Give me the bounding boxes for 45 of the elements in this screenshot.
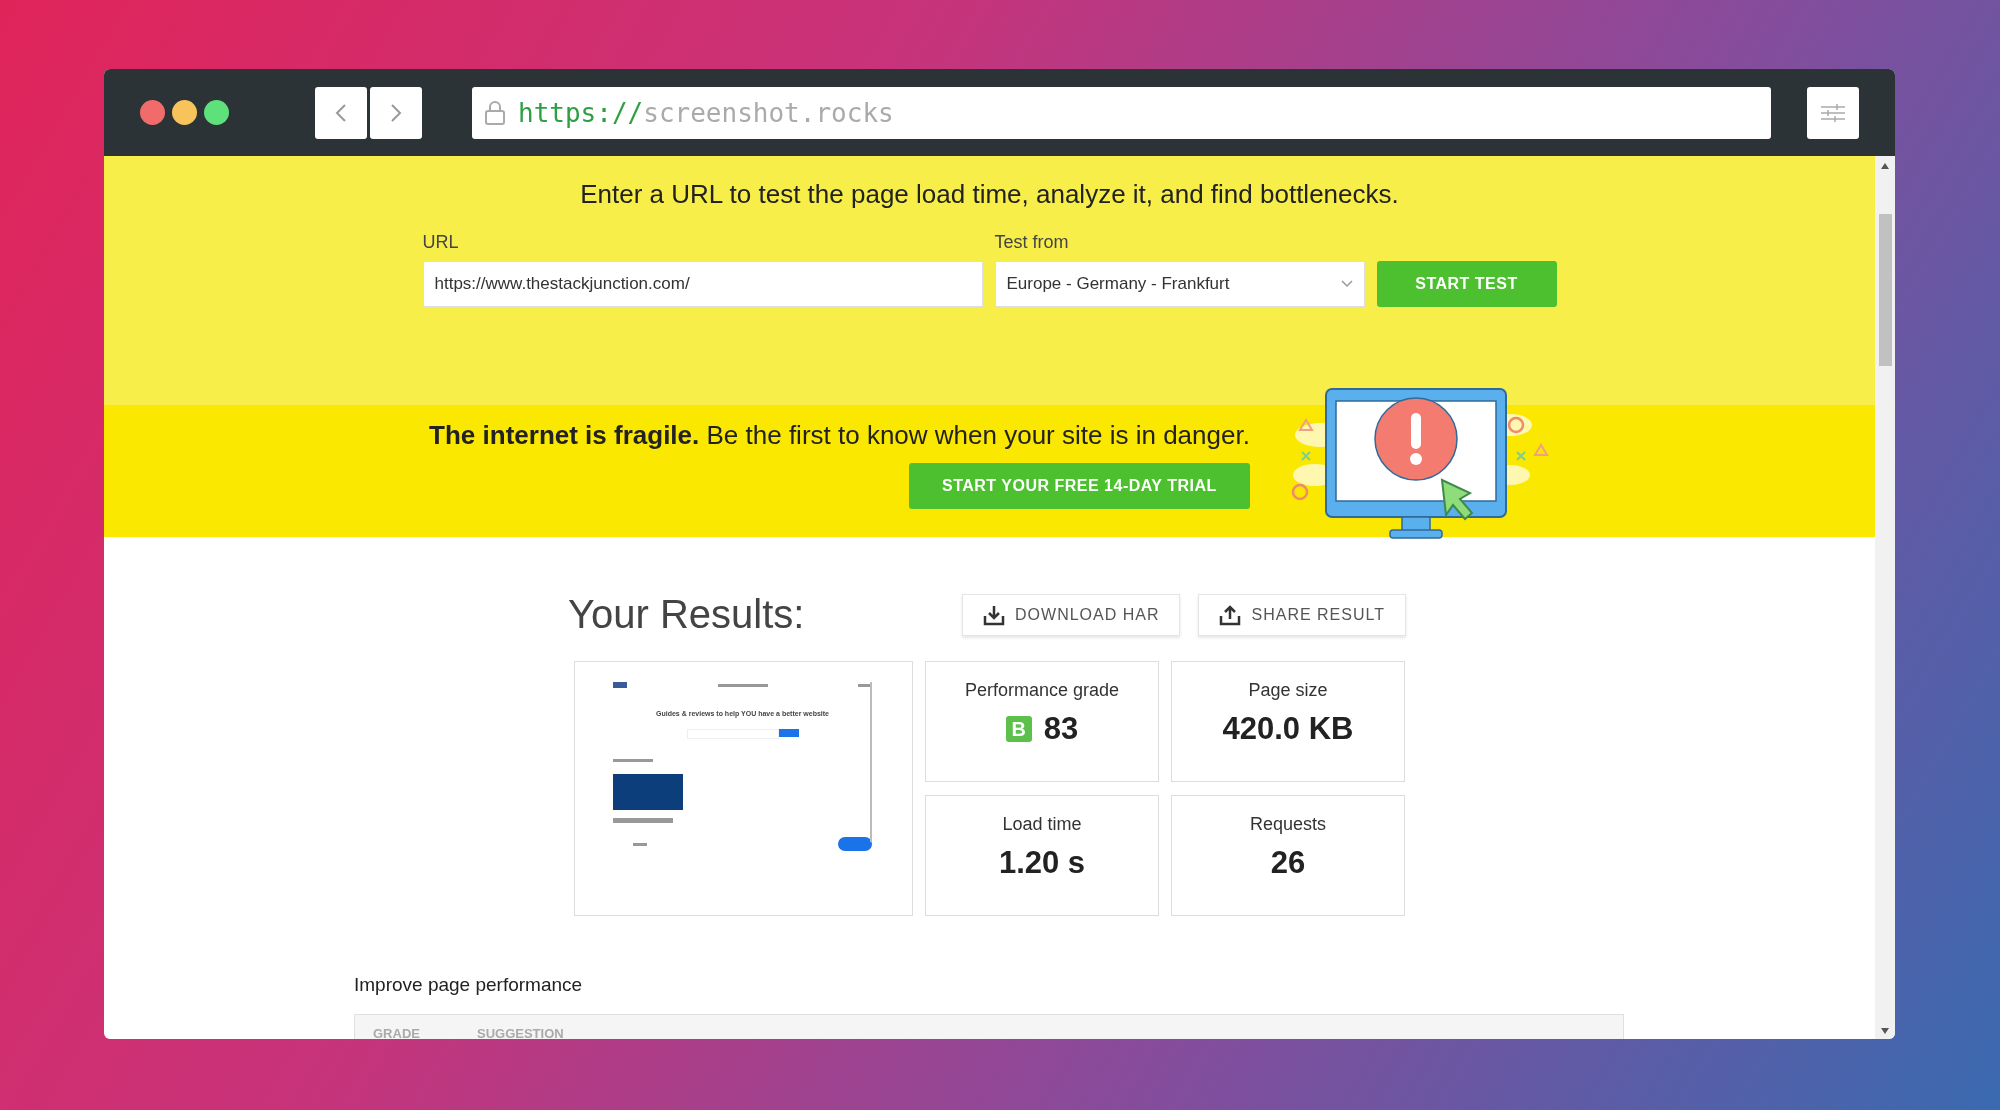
chevron-right-icon (389, 102, 403, 123)
section-title: Improve page performance (354, 974, 584, 996)
minimize-dot[interactable] (172, 100, 197, 125)
promo-text: The internet is fragile. Be the first to know when your site is in danger. (429, 420, 1250, 451)
scrollbar-thumb[interactable] (1878, 214, 1892, 366)
url-input[interactable]: https://www.thestackjunction.com/ (422, 261, 983, 307)
site-caption-placeholder (613, 818, 673, 823)
metric-label: Load time (1002, 814, 1082, 835)
lock-icon (484, 99, 506, 126)
sliders-icon (1820, 101, 1846, 124)
location-dropdown[interactable]: Europe - Germany - Frankfurt (994, 261, 1365, 307)
metric-label: Performance grade (964, 680, 1120, 701)
download-icon (983, 603, 1006, 626)
download-har-button[interactable]: DOWNLOAD HAR (962, 593, 1181, 636)
chevron-down-icon (1340, 280, 1353, 288)
share-result-button[interactable]: SHARE RESULT (1198, 593, 1406, 636)
metric-label: Requests (1249, 814, 1326, 835)
url-label: URL (422, 232, 460, 253)
metric-value: 83 (1043, 711, 1079, 747)
location-label: Test from (994, 232, 1070, 253)
site-logo-icon (613, 682, 627, 688)
site-article-card (613, 774, 683, 810)
column-header: GRADE (373, 1026, 421, 1039)
back-button[interactable] (315, 86, 367, 139)
hero-headline: Enter a URL to test the page load time, analyze it, and find bottlenecks. (580, 179, 1399, 210)
site-section-placeholder (633, 842, 647, 846)
scroll-down-icon[interactable] (1880, 1027, 1890, 1035)
site-section-placeholder (613, 759, 653, 762)
grade-badge: B (1005, 716, 1032, 742)
metric-label: Page size (1248, 680, 1328, 701)
forward-button[interactable] (370, 86, 422, 139)
metric-value: 26 (1270, 845, 1306, 881)
results-title: Your Results: (568, 592, 805, 637)
close-dot[interactable] (140, 100, 165, 125)
settings-button[interactable] (1807, 86, 1859, 139)
metric-value: 1.20 s (998, 845, 1086, 881)
metric-value: 420.0 KB (1222, 711, 1354, 747)
chevron-left-icon (334, 102, 348, 123)
scrollbar[interactable] (1875, 156, 1895, 1039)
scroll-up-icon[interactable] (1880, 162, 1890, 170)
maximize-dot[interactable] (204, 100, 229, 125)
url-text: https://screenshot.rocks (518, 97, 894, 128)
column-header: SUGGESTION (477, 1026, 564, 1039)
upload-icon (1219, 603, 1242, 626)
site-nav-placeholder (717, 683, 768, 687)
